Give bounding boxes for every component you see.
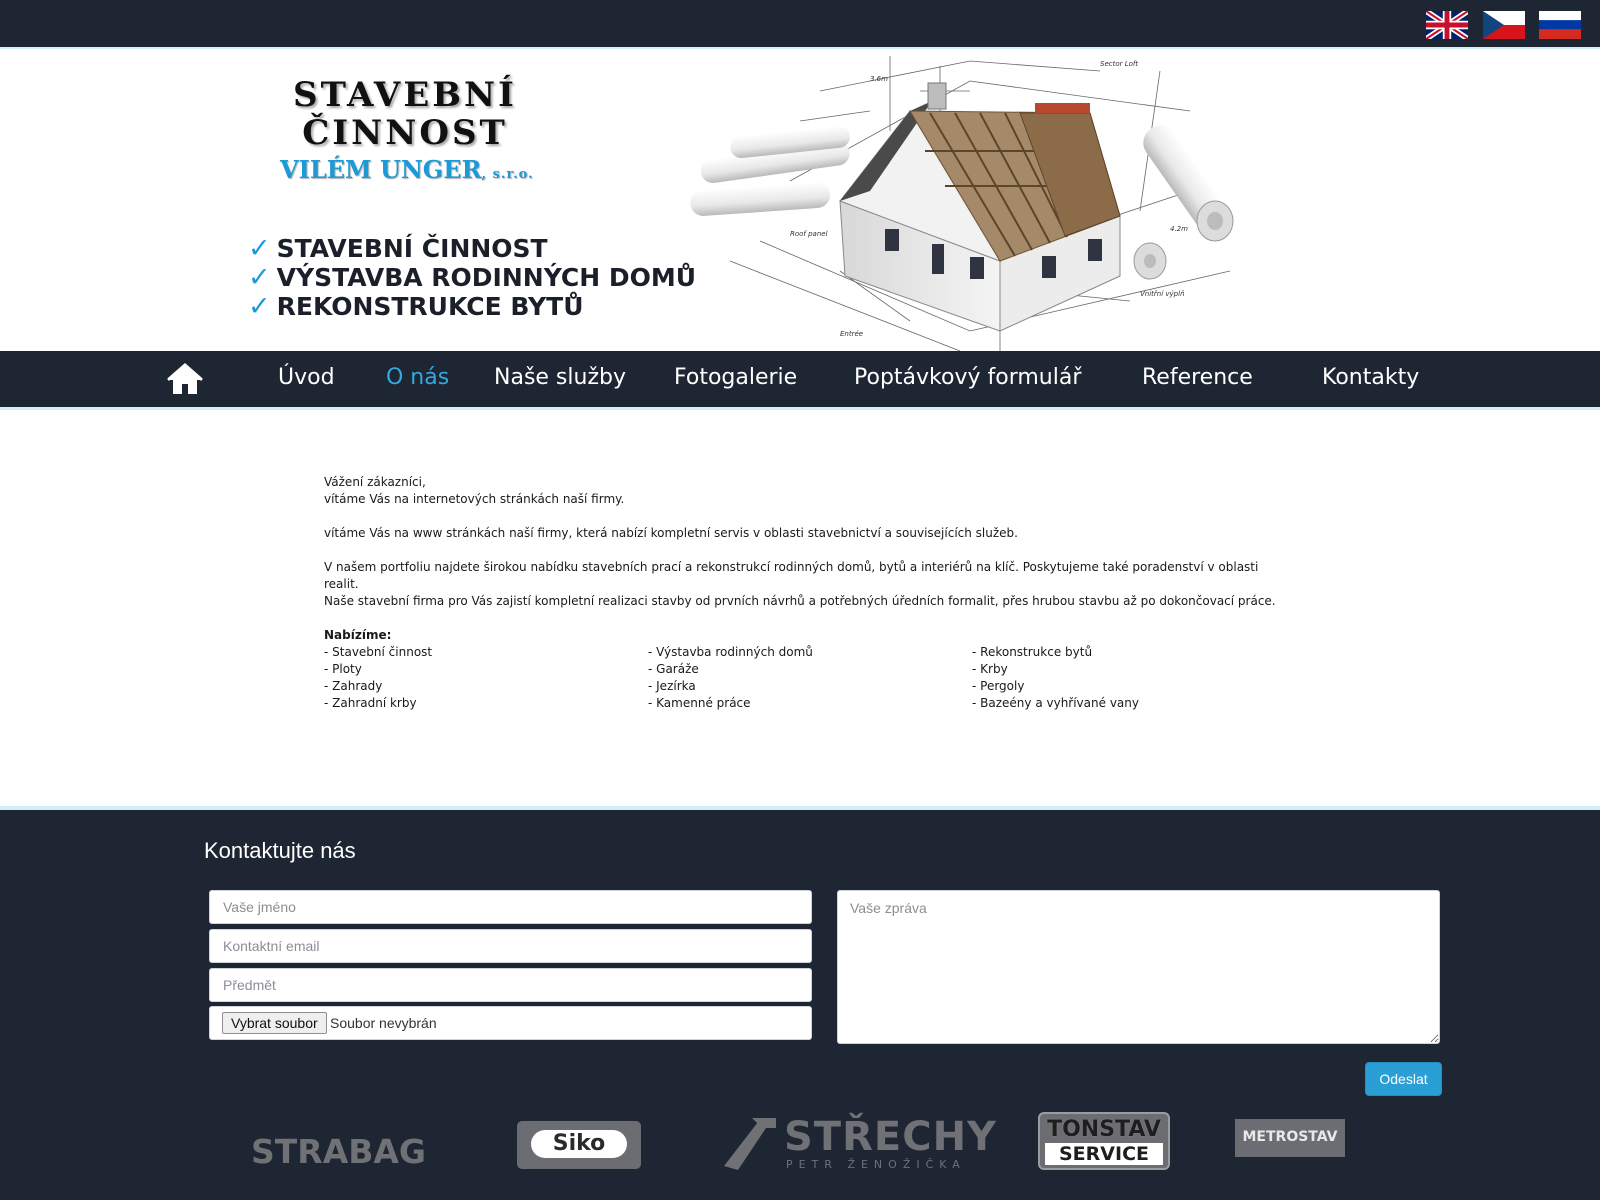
strechy-logo-subtext: PETR ŽENOŽIČKA [786,1158,966,1171]
nav-item-o-nas[interactable]: O nás [386,365,449,390]
choose-file-button[interactable]: Vybrat soubor [222,1012,327,1034]
offer-item: - Zahradní krby [324,696,417,710]
nav-item-nase-sluzby[interactable]: Naše služby [494,365,626,390]
tagline-1: ✓ STAVEBNÍ ČINNOST [248,233,548,264]
offer-item: - Rekonstrukce bytů [972,645,1093,659]
portfolio-text-2: Naše stavební firma pro Vás zajistí komp… [324,594,1276,608]
contact-title: Kontaktujte nás [204,838,356,863]
nav-item-kontakty[interactable]: Kontakty [1322,365,1419,390]
house-blueprint-illustration: 3.6m Sector Loft Roof panel Entrée 7.8 V… [690,56,1234,351]
offer-item: - Výstavba rodinných domů [648,645,813,659]
offer-item: - Kamenné práce [648,696,751,710]
message-textarea[interactable] [837,890,1440,1044]
company-name: VILÉM UNGER, s.r.o. [280,155,534,184]
svg-text:4.2m: 4.2m [1170,225,1188,233]
name-input[interactable] [209,890,812,924]
tagline-text: STAVEBNÍ ČINNOST [276,234,548,263]
intro-text: vítáme Vás na www stránkách naší firmy, … [324,526,1018,540]
czech-flag-icon[interactable] [1483,11,1525,39]
svg-text:Sector Loft: Sector Loft [1100,60,1138,68]
russian-flag-icon[interactable] [1539,11,1581,39]
tagline-2: ✓ VÝSTAVBA RODINNÝCH DOMŮ [248,262,696,293]
welcome-text: vítáme Vás na internetových stránkách na… [324,492,625,506]
nav-item-reference[interactable]: Reference [1142,365,1253,390]
partner-logo-siko[interactable]: Siko [517,1121,641,1169]
nav-item-fotogalerie[interactable]: Fotogalerie [674,365,797,390]
top-bar [0,0,1600,49]
offer-heading: Nabízíme: [324,628,392,642]
about-content: Vážení zákazníci, vítáme Vás na internet… [324,474,1284,712]
offer-item: - Krby [972,662,1008,676]
offer-list: - Stavební činnost - Výstavba rodinných … [324,644,1284,712]
offer-item: - Garáže [648,662,699,676]
nav-item-uvod[interactable]: Úvod [278,365,335,390]
offer-item: - Ploty [324,662,362,676]
check-icon: ✓ [248,262,271,293]
greeting: Vážení zákazníci, [324,475,426,489]
offer-item: - Zahrady [324,679,383,693]
svg-text:Roof panel: Roof panel [790,230,828,238]
subject-input[interactable] [209,968,812,1002]
partner-logo-strabag[interactable]: STRABAG [251,1132,426,1171]
submit-button[interactable]: Odeslat [1365,1062,1442,1096]
main-navigation: Úvod O nás Naše služby Fotogalerie Poptá… [0,351,1600,410]
file-status-text: Soubor nevybrán [330,1015,437,1031]
tagline-text: VÝSTAVBA RODINNÝCH DOMŮ [276,263,697,292]
tagline-text: REKONSTRUKCE BYTŮ [276,292,584,321]
nav-item-poptavkovy-formular[interactable]: Poptávkový formulář [854,365,1081,390]
email-input[interactable] [209,929,812,963]
check-icon: ✓ [248,291,271,322]
partner-logo-strechy[interactable]: STŘECHY PETR ŽENOŽIČKA [718,1114,996,1172]
portfolio-text-1: V našem portfoliu najdete širokou nabídk… [324,560,1259,591]
offer-item: - Bazeény a vyhřívané vany [972,696,1139,710]
tagline-3: ✓ REKONSTRUKCE BYTŮ [248,291,584,322]
siko-logo-text: Siko [531,1130,627,1158]
svg-text:3.6m: 3.6m [870,75,888,83]
tonstav-logo-subtext: SERVICE [1045,1143,1163,1165]
offer-item: - Stavební činnost [324,645,433,659]
logo-title-line1: STAVEBNÍ [293,75,517,115]
hammer-icon [724,1118,776,1170]
svg-text:Entrée: Entrée [840,330,863,338]
strechy-logo-text: STŘECHY [784,1114,998,1160]
file-upload-field: Vybrat soubor Soubor nevybrán [209,1006,812,1040]
metrostav-logo-text: METROSTAV [1242,1129,1338,1145]
uk-flag-icon[interactable] [1426,11,1468,39]
site-header: STAVEBNÍ ČINNOST VILÉM UNGER, s.r.o. ✓ ST… [0,51,1600,351]
contact-footer: Kontaktujte nás Vybrat soubor Soubor nev… [0,806,1600,1200]
home-icon[interactable] [166,362,204,396]
partner-logo-metrostav[interactable]: METROSTAV [1235,1119,1345,1157]
check-icon: ✓ [248,233,271,264]
company-suffix: , s.r.o. [481,167,534,182]
company-name-text: VILÉM UNGER [280,155,482,184]
logo-title-line2: ČINNOST [302,113,508,153]
offer-item: - Pergoly [972,679,1025,693]
tonstav-logo-text: TONSTAV [1047,1117,1161,1142]
svg-text:Vnitřní výplň: Vnitřní výplň [1140,290,1185,298]
partner-logo-tonstav[interactable]: TONSTAV SERVICE [1038,1112,1170,1170]
offer-item: - Jezírka [648,679,696,693]
